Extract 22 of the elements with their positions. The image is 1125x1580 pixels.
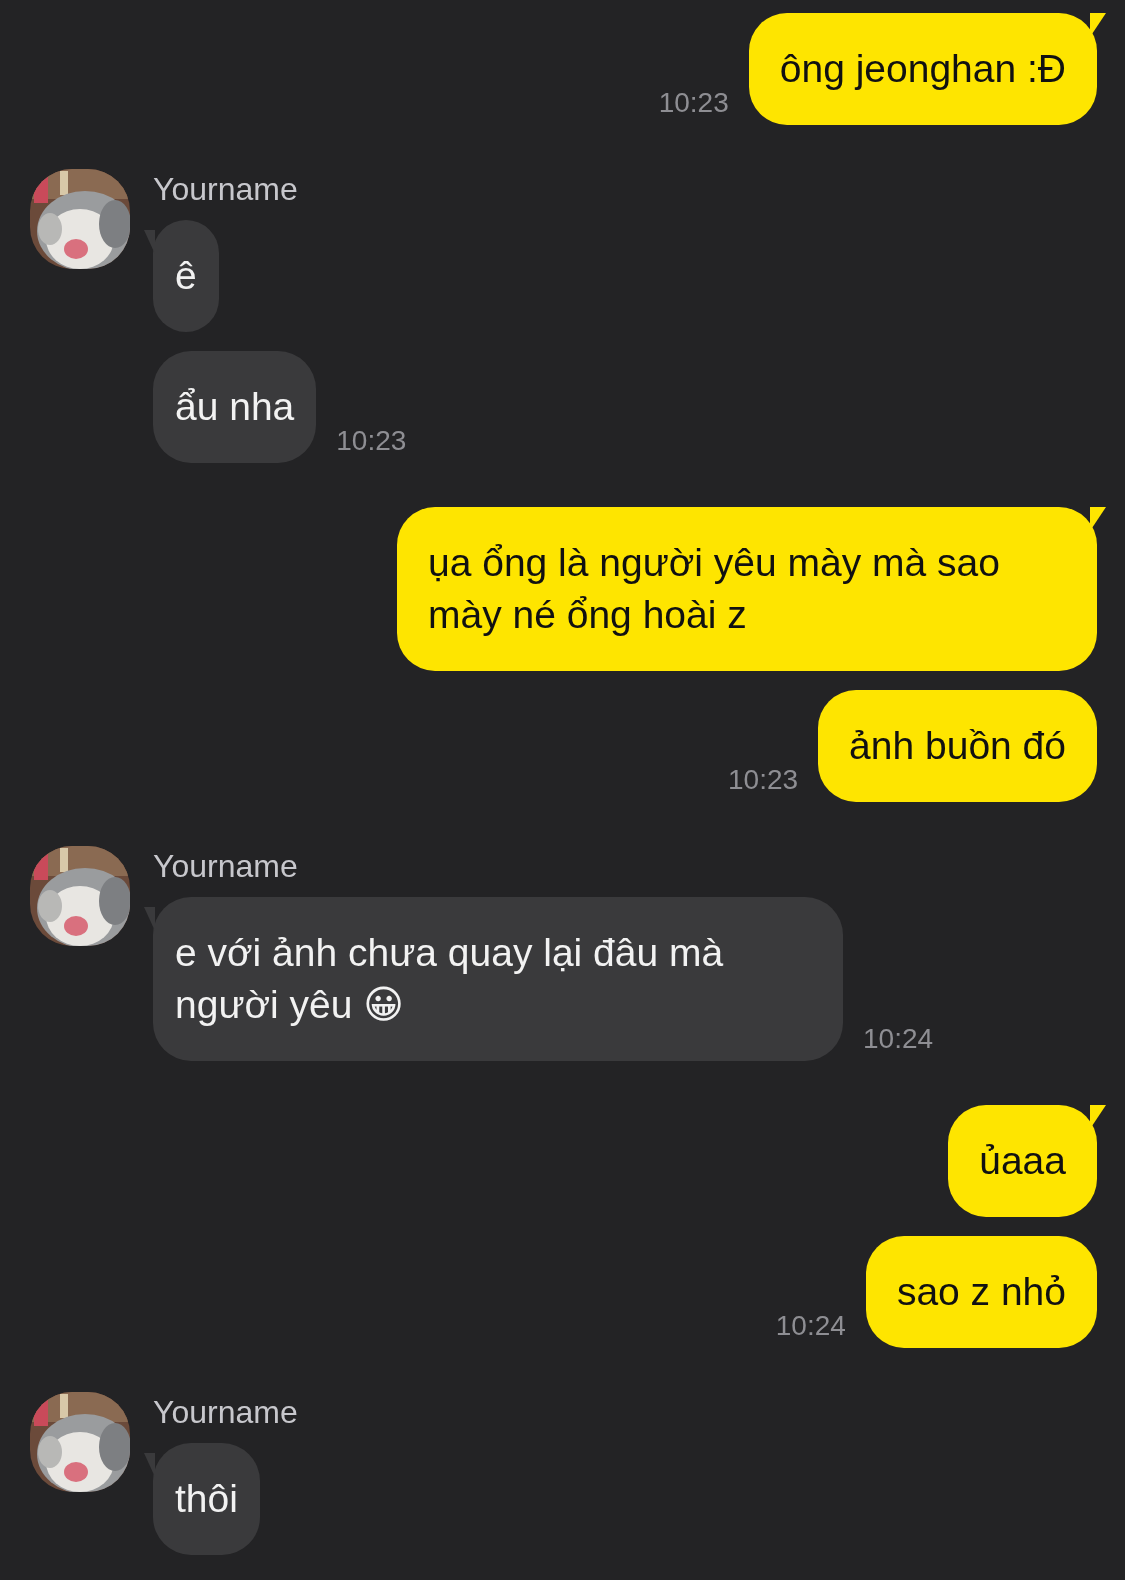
timestamp: 10:23 <box>336 427 407 455</box>
message-bubble: ê <box>153 220 219 332</box>
timestamp: 10:23 <box>658 89 729 117</box>
message-bubble: ảnh buồn đó <box>818 690 1097 802</box>
message-bubble: ẩu nha <box>153 351 317 463</box>
message-bubble: ụa ổng là người yêu mày mà sao mày né ổng hoài z <box>397 507 1097 671</box>
message-bubble: e với ảnh chưa quay lại đâu mà người yêu 😀 <box>153 897 843 1061</box>
bubble-tail <box>1090 507 1106 531</box>
timestamp: 10:23 <box>728 766 799 794</box>
message-bubble: thôi <box>153 1443 260 1555</box>
timestamp: 10:24 <box>863 1025 934 1053</box>
message-bubble: sao z nhỏ <box>865 1236 1097 1348</box>
bubble-tail <box>144 1453 155 1477</box>
message-bubble: ủaaa <box>948 1105 1097 1217</box>
bubble-tail <box>1090 1105 1106 1129</box>
timestamp: 10:24 <box>775 1312 846 1340</box>
sender-name: Yourname <box>153 173 298 205</box>
message-bubble: ông jeonghan :Đ <box>748 13 1097 125</box>
sender-name: Yourname <box>153 850 298 882</box>
bubble-tail <box>144 907 155 931</box>
bubble-tail <box>1090 13 1106 37</box>
sender-name: Yourname <box>153 1396 298 1428</box>
